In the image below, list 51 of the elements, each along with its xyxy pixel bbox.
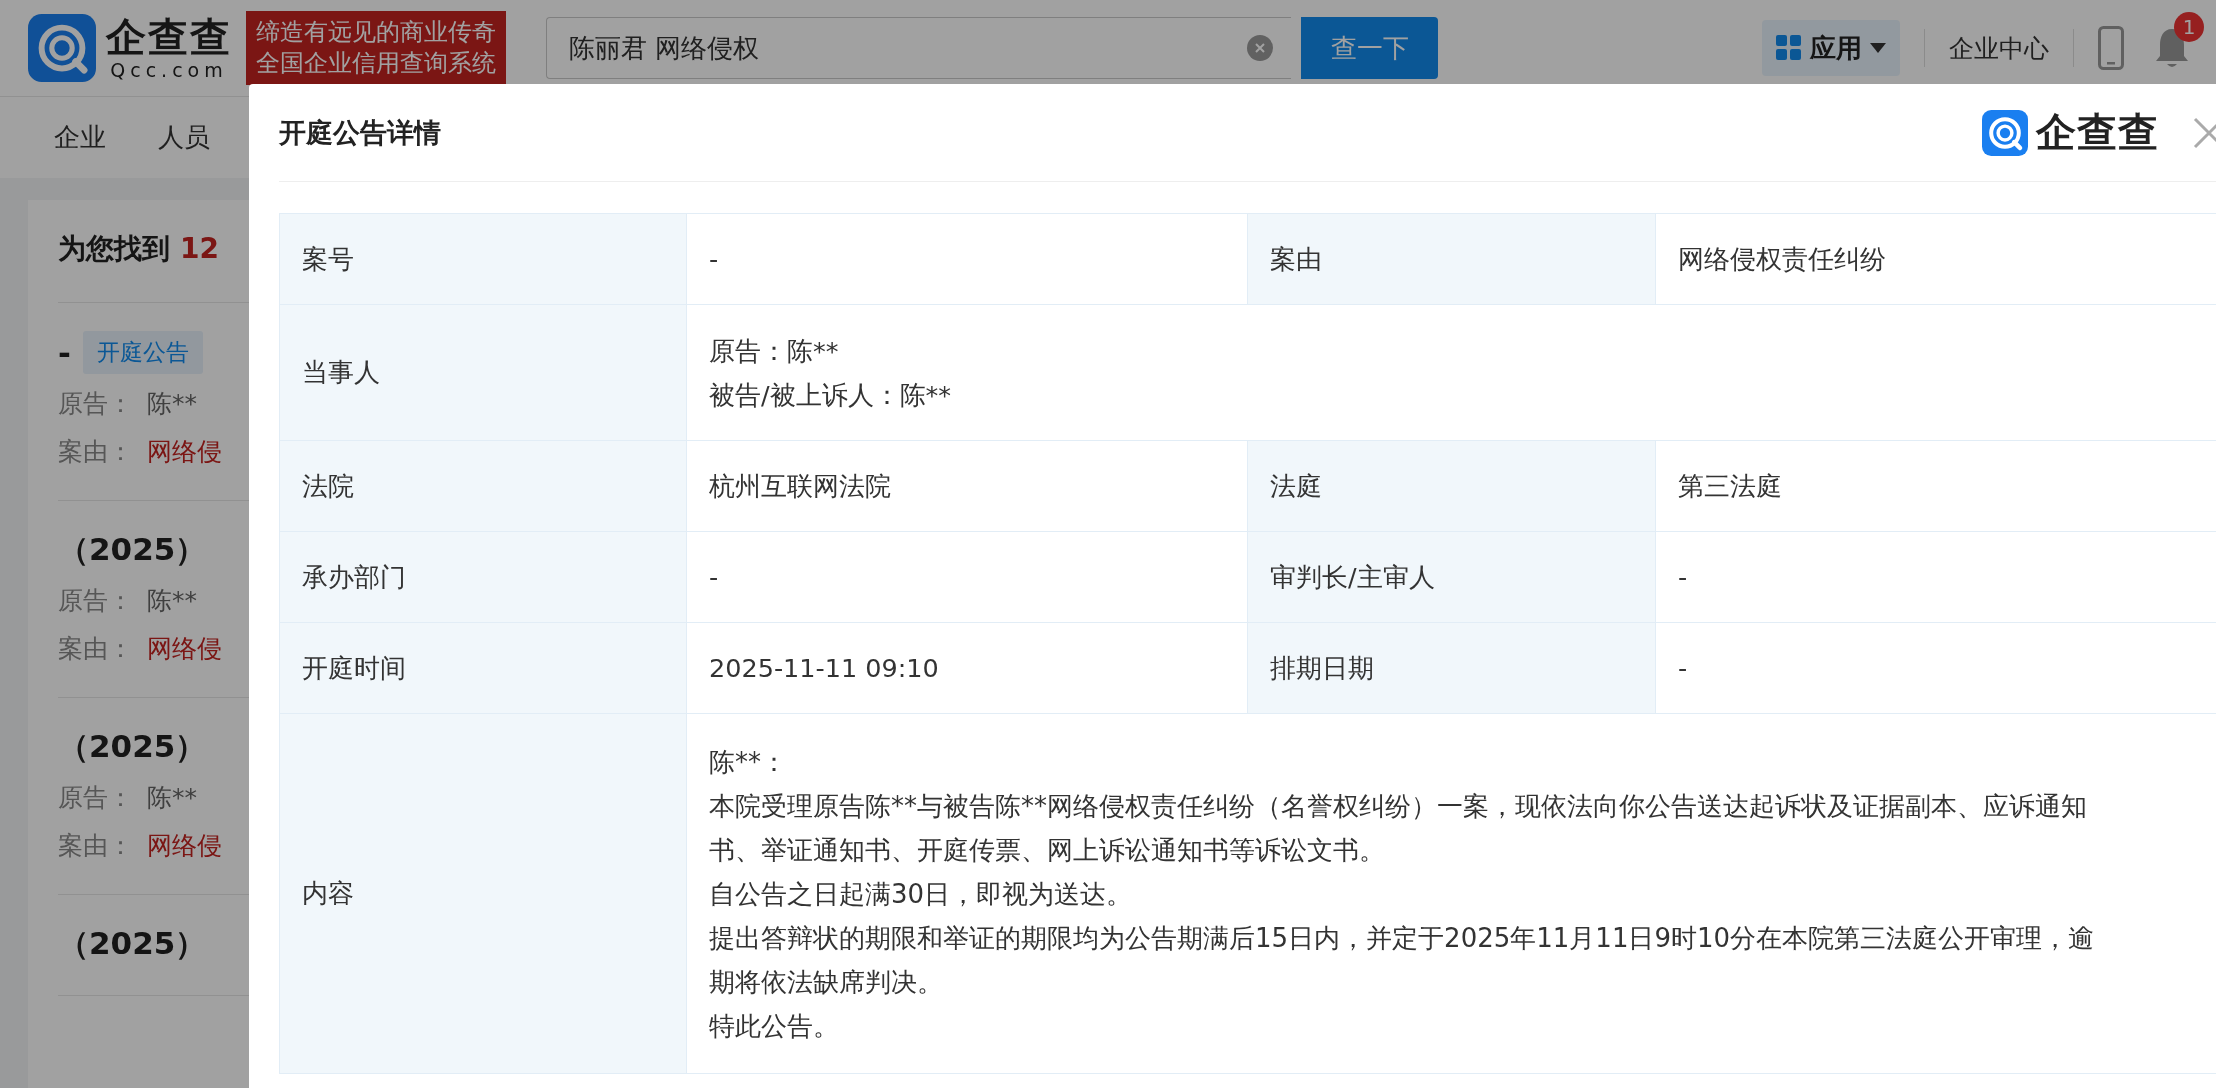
content-paragraph: 本院受理原告陈**与被告陈**网络侵权责任纠纷（名誉权纠纷）一案，现依法向你公告送达起诉状及证据副本、应诉通知书、举证通知书、开庭传票、网上诉讼通知书等诉讼文书。: [709, 789, 2088, 867]
field-label: 原告：: [58, 585, 133, 617]
field-value: 陈**: [147, 782, 197, 814]
nav-tab[interactable]: 企业: [54, 120, 106, 155]
field-label: 案由：: [58, 436, 133, 468]
case-title[interactable]: -: [58, 334, 71, 371]
content-paragraph: 特此公告。: [709, 1009, 840, 1043]
party-line: 原告：陈**: [709, 334, 840, 368]
case-title[interactable]: （2025）: [58, 726, 207, 768]
field-label: 案由：: [58, 633, 133, 665]
field-value: -: [687, 214, 1248, 305]
field-label: 原告：: [58, 388, 133, 420]
slogan-banner: 缔造有远见的商业传奇 全国企业信用查询系统: [246, 11, 506, 85]
field-value: 陈**: [147, 388, 197, 420]
field-label: 案号: [280, 214, 687, 305]
case-title[interactable]: （2025）: [58, 923, 207, 965]
field-label: 法院: [280, 441, 687, 532]
content-paragraph: 提出答辩状的期限和举证的期限均为公告期满后15日内，并定于2025年11月11日9时10分在本院第三法庭公开审理，逾期将依法缺席判决。: [709, 921, 2096, 999]
cause-value: 网络侵: [147, 633, 222, 665]
field-label: 排期日期: [1248, 623, 1656, 714]
field-label: 案由: [1248, 214, 1656, 305]
party-line: 被告/被上诉人：陈**: [709, 378, 953, 412]
search-field[interactable]: 陈丽君 网络侵权: [546, 17, 1291, 79]
field-value: -: [687, 532, 1248, 623]
logo-name: 企查查: [106, 16, 232, 57]
field-value: 陈**: [147, 585, 197, 617]
nav-tab[interactable]: 人员: [158, 120, 210, 155]
field-value: 杭州互联网法院: [687, 441, 1248, 532]
field-label: 案由：: [58, 830, 133, 862]
field-label: 承办部门: [280, 532, 687, 623]
case-title[interactable]: （2025）: [58, 529, 207, 571]
content-paragraph: 陈**：: [709, 745, 788, 779]
results-summary: 为您找到: [58, 231, 170, 267]
logo-domain: Qcc.com: [110, 60, 228, 80]
case-tag: 开庭公告: [82, 331, 203, 374]
dialog-title: 开庭公告详情: [279, 115, 442, 150]
field-label: 当事人: [280, 305, 687, 441]
cause-value: 网络侵: [147, 436, 222, 468]
field-label: 审判长/主审人: [1248, 532, 1656, 623]
notification-badge: 1: [2174, 12, 2204, 42]
enterprise-center-link[interactable]: 企业中心: [1949, 31, 2049, 65]
field-value: 2025-11-11 09:10: [687, 623, 1248, 714]
brand-name: 企查查: [2036, 108, 2159, 157]
field-label: 法庭: [1248, 441, 1656, 532]
field-label: 原告：: [58, 782, 133, 814]
field-label: 开庭时间: [280, 623, 687, 714]
cause-value: 网络侵: [147, 830, 222, 862]
results-count: 12: [180, 232, 219, 265]
apps-button[interactable]: 应用: [1762, 20, 1900, 76]
content-paragraph: 自公告之日起满30日，即视为送达。: [709, 877, 1134, 911]
field-label: 内容: [280, 714, 687, 1074]
